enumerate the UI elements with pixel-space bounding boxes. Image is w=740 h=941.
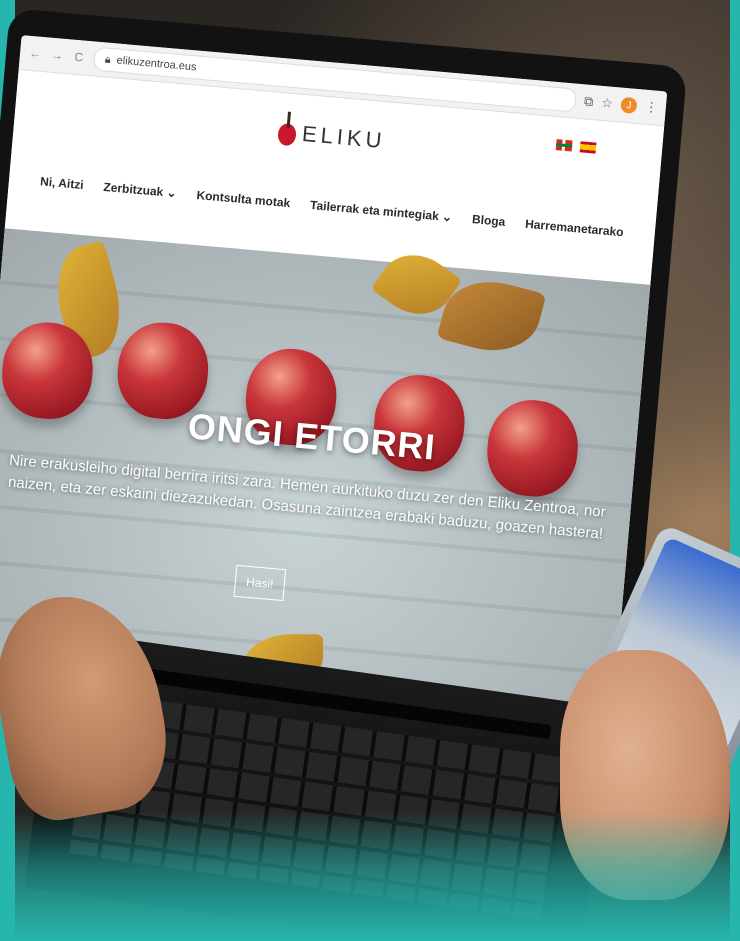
menu-item-kontsulta-motak[interactable]: Kontsulta motak [194,186,293,212]
menu-item-zerbitzuak[interactable]: Zerbitzuak ⌄ [101,178,180,203]
apple-logo-icon [277,122,297,147]
lock-icon: 🔒︎ [104,52,112,66]
star-icon[interactable]: ☆ [601,95,614,112]
back-icon[interactable]: ← [28,46,43,61]
logo-text: ELIKU [301,120,387,154]
reload-icon[interactable]: C [71,50,86,65]
translate-icon[interactable]: ⧉ [583,93,594,110]
forward-icon[interactable]: → [49,48,64,63]
menu-item-tailerrak[interactable]: Tailerrak eta mintegiak ⌄ [307,196,455,227]
language-switcher [555,139,597,154]
profile-avatar[interactable]: J [620,96,638,114]
teal-border-right [730,0,740,941]
photo-frame: ← → C 🔒︎ elikuzentroa.eus ⧉ ☆ J ⋮ ELIKU … [0,0,740,941]
main-menu: Ni, Aitzi Zerbitzuak ⌄ Kontsulta motak T… [8,170,655,244]
menu-dots-icon[interactable]: ⋮ [644,99,658,116]
url-text: elikuzentroa.eus [116,54,198,74]
teal-gradient-bottom [0,811,740,941]
menu-item-bloga[interactable]: Bloga [469,210,508,231]
site-logo[interactable]: ELIKU [277,119,387,154]
menu-item-harremanetarako[interactable]: Harremanetarako [522,215,626,242]
menu-item-ni-aitzi[interactable]: Ni, Aitzi [37,172,86,194]
start-button[interactable]: Hasi! [233,564,287,602]
spanish-flag-icon[interactable] [579,141,597,154]
basque-flag-icon[interactable] [555,139,573,152]
